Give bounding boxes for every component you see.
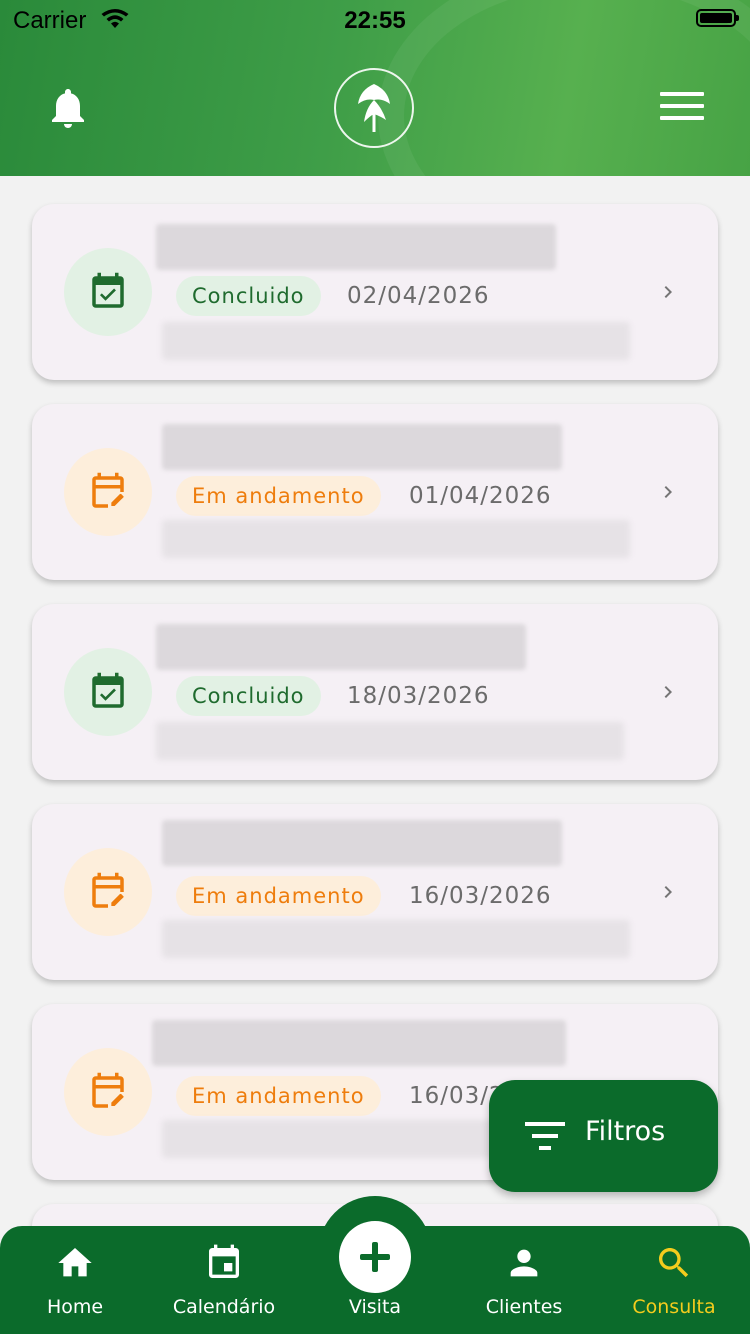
visit-subtitle-redacted <box>156 722 624 760</box>
person-icon <box>510 1249 538 1277</box>
battery-icon <box>696 9 739 27</box>
visit-title-redacted <box>156 224 556 270</box>
visit-icon-bg <box>64 648 152 736</box>
nav-label-calendar: Calendário <box>172 1296 276 1318</box>
calendar-edit-icon <box>92 472 124 508</box>
status-badge: Em andamento <box>176 476 381 516</box>
visit-subtitle-redacted <box>162 920 630 958</box>
plus-icon <box>360 1242 390 1272</box>
status-badge: Concluido <box>176 676 321 716</box>
visit-card[interactable]: Em andamento 16/03/2026 <box>32 804 718 980</box>
visit-subtitle-redacted <box>162 322 630 360</box>
visit-date: 18/03/2026 <box>347 683 490 709</box>
visit-card[interactable]: Concluido 18/03/2026 <box>32 604 718 780</box>
status-badge: Concluido <box>176 276 321 316</box>
visit-list: Concluido 02/04/2026 Em andamento 01/04/… <box>0 176 750 1226</box>
visit-subtitle-redacted <box>162 520 630 558</box>
calendar-check-icon <box>92 272 124 308</box>
visit-title-redacted <box>156 624 526 670</box>
visit-card[interactable]: Concluido 02/04/2026 <box>32 204 718 380</box>
add-visit-button[interactable] <box>339 1221 411 1293</box>
calendar-icon <box>209 1244 239 1278</box>
nav-item-calendar[interactable]: Calendário <box>149 1226 299 1334</box>
chevron-right-icon <box>664 686 672 698</box>
leaf-logo <box>334 68 414 148</box>
visit-date: 02/04/2026 <box>347 283 490 309</box>
visit-title-redacted <box>162 424 562 470</box>
menu-icon[interactable] <box>660 92 704 126</box>
nav-label-clients: Clientes <box>485 1296 563 1318</box>
visit-icon-bg <box>64 248 152 336</box>
filter-button-label: Filtros <box>585 1116 666 1147</box>
nav-item-clients[interactable]: Clientes <box>449 1226 599 1334</box>
chevron-right-icon <box>664 486 672 498</box>
calendar-edit-icon <box>92 872 124 908</box>
chevron-right-icon <box>664 286 672 298</box>
visit-card[interactable]: Em andamento 01/04/2026 <box>32 404 718 580</box>
status-badge: Em andamento <box>176 1076 381 1116</box>
visit-icon-bg <box>64 1048 152 1136</box>
bell-icon[interactable] <box>44 84 92 132</box>
visit-icon-bg <box>64 848 152 936</box>
filter-button[interactable]: Filtros <box>489 1080 718 1192</box>
chevron-right-icon <box>664 886 672 898</box>
visit-icon-bg <box>64 448 152 536</box>
status-badge: Em andamento <box>176 876 381 916</box>
nav-item-search[interactable]: Consulta <box>599 1226 749 1334</box>
app-header: Carrier 22:55 <box>0 0 750 176</box>
calendar-check-icon <box>92 672 124 708</box>
nav-label-home: Home <box>46 1296 104 1318</box>
visit-date: 01/04/2026 <box>409 483 552 509</box>
calendar-edit-icon <box>92 1072 124 1108</box>
status-bar: Carrier 22:55 <box>0 0 750 40</box>
visit-date: 16/03/2026 <box>409 883 552 909</box>
filter-icon <box>525 1122 565 1150</box>
nav-item-home[interactable]: Home <box>0 1226 150 1334</box>
home-icon <box>58 1248 92 1277</box>
visit-title-redacted <box>162 820 562 866</box>
nav-label-search: Consulta <box>632 1296 716 1318</box>
search-icon <box>659 1248 689 1278</box>
visit-title-redacted <box>152 1020 566 1066</box>
status-time: 22:55 <box>344 7 406 34</box>
